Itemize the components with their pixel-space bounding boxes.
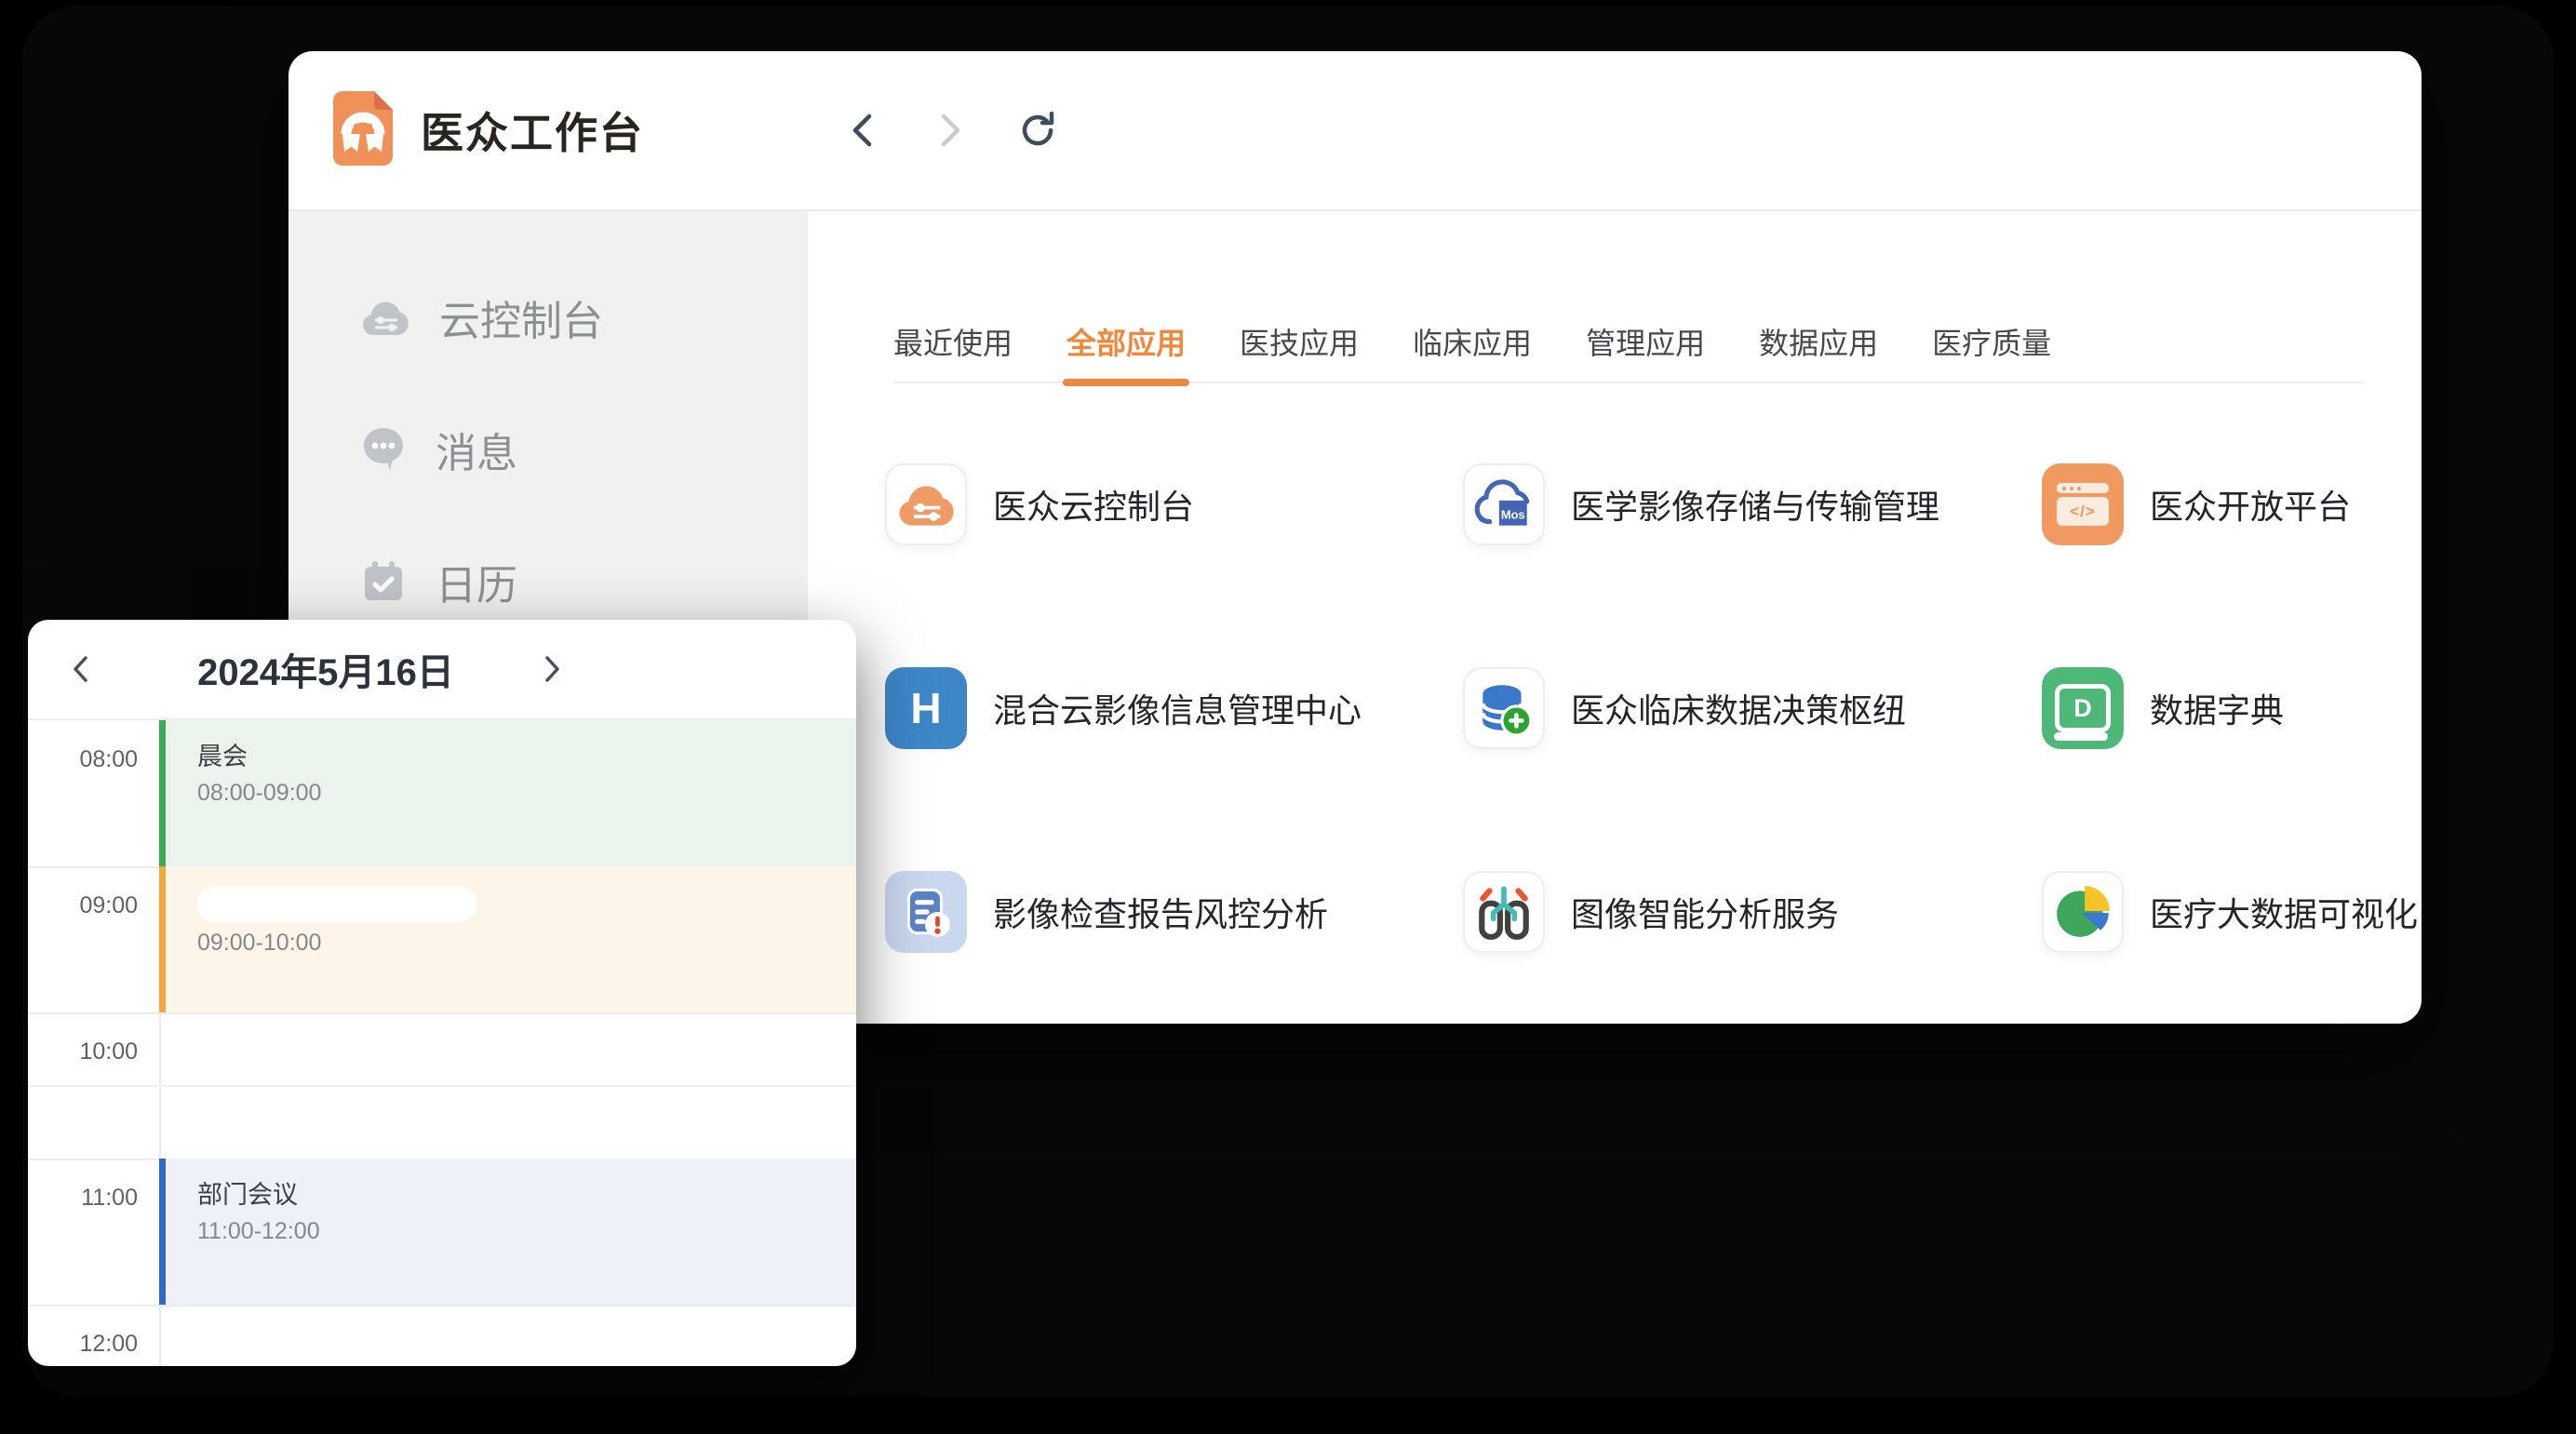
event-time: 11:00-12:00: [197, 1216, 856, 1246]
forward-button[interactable]: [928, 108, 973, 153]
hour-line-1000: [28, 1012, 856, 1014]
tab-all-apps[interactable]: 全部应用: [1067, 323, 1186, 382]
refresh-button[interactable]: [1015, 108, 1060, 153]
app-data-dictionary[interactable]: D 数据字典: [2042, 667, 2418, 749]
sidebar-item-messages[interactable]: 消息: [288, 422, 808, 477]
clinical-database-icon: [1463, 667, 1545, 749]
calendar-grid: 08:00 09:00 10:00 11:00 12:00 晨会 08:00-0…: [28, 720, 856, 1366]
event-morning-meeting[interactable]: 晨会 08:00-09:00: [159, 720, 856, 866]
app-label: 医众开放平台: [2150, 480, 2351, 529]
app-image-storage[interactable]: Mos 医学影像存储与传输管理: [1463, 463, 2042, 545]
app-grid: 医众云控制台 Mos 医学影像存储与传输管理: [885, 463, 2418, 953]
letter-h-icon: H: [885, 667, 967, 749]
time-label-0800: 08:00: [28, 746, 138, 773]
app-label: 混合云影像信息管理中心: [993, 684, 1362, 732]
lungs-analysis-icon: [1463, 871, 1545, 953]
tab-data-apps[interactable]: 数据应用: [1759, 323, 1878, 382]
half-hour-line-1030: [28, 1085, 856, 1087]
app-label: 影像检查报告风控分析: [993, 888, 1328, 936]
app-report-risk-analysis[interactable]: 影像检查报告风控分析: [885, 871, 1463, 953]
svg-text:Mos: Mos: [1501, 507, 1525, 521]
calendar-icon: [361, 559, 406, 604]
cloud-settings-icon: [885, 463, 967, 545]
app-image-ai-analysis[interactable]: 图像智能分析服务: [1463, 871, 2042, 953]
sidebar-item-label: 消息: [436, 420, 517, 479]
back-button[interactable]: [840, 108, 885, 153]
nav-controls: [840, 51, 1060, 209]
app-hybrid-cloud-imaging[interactable]: H 混合云影像信息管理中心: [885, 667, 1463, 749]
dictionary-book-icon: D: [2042, 667, 2124, 749]
app-label: 图像智能分析服务: [1571, 888, 1839, 936]
event-title: 晨会: [197, 741, 856, 772]
time-label-0900: 09:00: [28, 892, 138, 919]
event-title: 部门会议: [197, 1179, 856, 1211]
app-open-platform[interactable]: </> 医众开放平台: [2042, 463, 2418, 545]
report-risk-icon: [885, 871, 967, 953]
sidebar-item-label: 云控制台: [439, 288, 603, 347]
app-logo-icon: [333, 91, 393, 170]
app-bigdata-visualization[interactable]: 医疗大数据可视化: [2042, 871, 2418, 953]
cloud-storage-icon: Mos: [1463, 463, 1545, 545]
open-platform-code-icon: </>: [2042, 463, 2124, 545]
content-area: 最近使用 全部应用 医技应用 临床应用 管理应用 数据应用 医疗质量: [808, 211, 2422, 1024]
time-label-1000: 10:00: [28, 1039, 138, 1065]
redacted-title-pill: [197, 887, 476, 922]
calendar-header: 2024年5月16日: [28, 620, 856, 720]
hour-line-1200: [28, 1305, 856, 1307]
time-label-1200: 12:00: [28, 1331, 138, 1358]
app-label: 医学影像存储与传输管理: [1571, 480, 1939, 529]
app-clinical-data-hub[interactable]: 医众临床数据决策枢纽: [1463, 667, 2042, 749]
event-time: 08:00-09:00: [197, 778, 856, 808]
tab-medtech-apps[interactable]: 医技应用: [1240, 323, 1359, 382]
window-title: 医众工作台: [421, 100, 644, 161]
pie-chart-icon: [2042, 871, 2124, 953]
tab-quality[interactable]: 医疗质量: [1932, 323, 2051, 382]
tab-recent[interactable]: 最近使用: [893, 323, 1013, 382]
sidebar-item-label: 日历: [436, 552, 517, 611]
calendar-next-button[interactable]: [532, 649, 573, 690]
cloud-console-icon: [361, 298, 409, 337]
app-cloud-console[interactable]: 医众云控制台: [885, 463, 1463, 545]
tab-bar: 最近使用 全部应用 医技应用 临床应用 管理应用 数据应用 医疗质量: [893, 323, 2364, 383]
app-label: 医众临床数据决策枢纽: [1571, 684, 1906, 732]
app-label: 医众云控制台: [993, 480, 1194, 529]
message-icon: [361, 426, 406, 473]
calendar-panel: 2024年5月16日 08:00 09:00 10:00 11:00 12:00…: [28, 620, 856, 1366]
app-label: 数据字典: [2150, 684, 2284, 732]
tab-admin-apps[interactable]: 管理应用: [1586, 323, 1705, 382]
tab-clinical-apps[interactable]: 临床应用: [1413, 323, 1532, 382]
event-redacted[interactable]: 09:00-10:00: [159, 866, 856, 1012]
event-time: 09:00-10:00: [197, 928, 856, 958]
sidebar-item-calendar[interactable]: 日历: [288, 554, 808, 610]
time-label-1100: 11:00: [28, 1185, 138, 1212]
titlebar: 医众工作台: [288, 51, 2422, 211]
event-department-meeting[interactable]: 部门会议 11:00-12:00: [159, 1159, 856, 1305]
sidebar-item-cloud-console[interactable]: 云控制台: [288, 289, 808, 345]
app-label: 医疗大数据可视化: [2150, 888, 2418, 936]
